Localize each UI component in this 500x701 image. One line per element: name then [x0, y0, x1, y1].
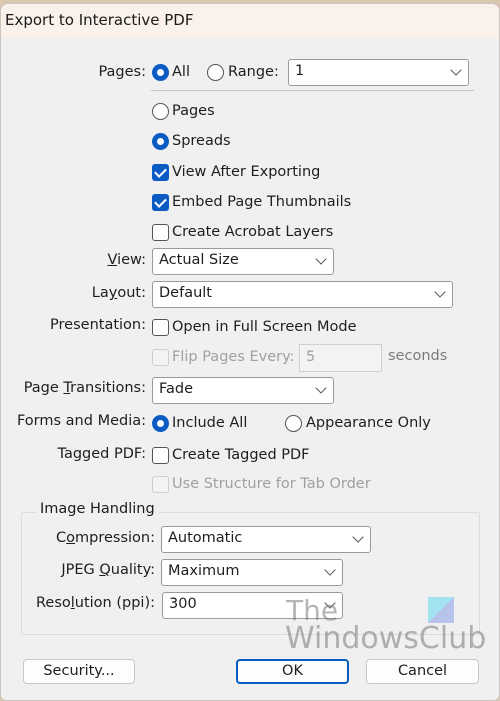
pages-layout-label[interactable]: Pages — [172, 103, 215, 119]
use-structure-checkbox — [152, 476, 169, 493]
view-value: Actual Size — [159, 252, 239, 268]
watermark-logo-icon — [428, 597, 454, 623]
include-all-label[interactable]: Include All — [172, 415, 247, 431]
chevron-down-icon[interactable] — [450, 64, 462, 76]
jpeg-quality-label: JPEG Quality: — [61, 562, 155, 578]
create-tagged-pdf-label[interactable]: Create Tagged PDF — [172, 447, 310, 463]
use-structure-label: Use Structure for Tab Order — [172, 476, 371, 492]
embed-page-thumbnails-checkbox[interactable] — [152, 194, 169, 211]
pages-layout-radio[interactable] — [152, 103, 169, 120]
security-button[interactable]: Security... — [23, 659, 135, 684]
view-dropdown[interactable]: Actual Size — [152, 248, 334, 275]
page-range-combobox[interactable]: 1 — [288, 59, 469, 86]
page-transitions-label: Page Transitions: — [23, 380, 146, 396]
jpeg-quality-value: Maximum — [168, 563, 240, 579]
spreads-label[interactable]: Spreads — [172, 133, 231, 149]
view-after-exporting-checkbox[interactable] — [152, 164, 169, 181]
page-transitions-dropdown[interactable]: Fade — [152, 377, 334, 404]
export-interactive-pdf-dialog: Export to Interactive PDF Pages: All Ran… — [0, 3, 500, 701]
chevron-down-icon[interactable] — [315, 253, 327, 265]
seconds-label: seconds — [388, 348, 448, 364]
chevron-down-icon[interactable] — [434, 286, 446, 298]
resolution-label: Resolution (ppi): — [35, 595, 155, 611]
image-handling-title: Image Handling — [36, 501, 159, 517]
appearance-only-radio[interactable] — [285, 415, 302, 432]
view-after-exporting-label[interactable]: View After Exporting — [172, 164, 320, 180]
compression-dropdown[interactable]: Automatic — [161, 526, 371, 553]
appearance-only-label[interactable]: Appearance Only — [306, 415, 431, 431]
create-acrobat-layers-label[interactable]: Create Acrobat Layers — [172, 224, 333, 240]
page-range-value: 1 — [295, 63, 305, 79]
pages-range-label[interactable]: Range: — [228, 64, 279, 80]
pages-all-radio[interactable] — [152, 64, 169, 81]
presentation-label: Presentation: — [50, 317, 146, 333]
flip-pages-value: 5 — [306, 349, 316, 365]
resolution-value: 300 — [169, 596, 197, 612]
forms-media-label: Forms and Media: — [16, 413, 146, 429]
flip-pages-seconds-input: 5 — [299, 344, 382, 372]
compression-value: Automatic — [168, 530, 243, 546]
compression-label: Compression: — [56, 530, 155, 546]
window-title: Export to Interactive PDF — [5, 11, 194, 29]
page-transitions-value: Fade — [159, 381, 194, 397]
title-bar: Export to Interactive PDF — [1, 4, 499, 38]
embed-page-thumbnails-label[interactable]: Embed Page Thumbnails — [172, 194, 351, 210]
view-label: View: — [107, 252, 146, 268]
pages-range-radio[interactable] — [207, 64, 224, 81]
spreads-radio[interactable] — [152, 133, 169, 150]
layout-label: Layout: — [91, 285, 146, 301]
pages-label: Pages: — [98, 64, 146, 80]
pages-all-label[interactable]: All — [172, 64, 190, 80]
create-acrobat-layers-checkbox[interactable] — [152, 224, 169, 241]
chevron-down-icon[interactable] — [315, 382, 327, 394]
full-screen-label[interactable]: Open in Full Screen Mode — [172, 319, 357, 335]
cancel-button[interactable]: Cancel — [366, 659, 479, 684]
create-tagged-pdf-checkbox[interactable] — [152, 447, 169, 464]
watermark-line2: WindowsClub — [285, 621, 487, 656]
layout-dropdown[interactable]: Default — [152, 281, 453, 308]
include-all-radio[interactable] — [152, 415, 169, 432]
flip-pages-label: Flip Pages Every: — [172, 349, 295, 365]
flip-pages-checkbox — [152, 349, 169, 366]
layout-value: Default — [159, 285, 212, 301]
tagged-pdf-label: Tagged PDF: — [57, 446, 147, 462]
ok-button[interactable]: OK — [236, 659, 349, 684]
chevron-down-icon[interactable] — [324, 564, 336, 576]
jpeg-quality-dropdown[interactable]: Maximum — [161, 559, 343, 586]
pages-separator — [151, 90, 474, 91]
chevron-down-icon[interactable] — [352, 531, 364, 543]
full-screen-checkbox[interactable] — [152, 319, 169, 336]
